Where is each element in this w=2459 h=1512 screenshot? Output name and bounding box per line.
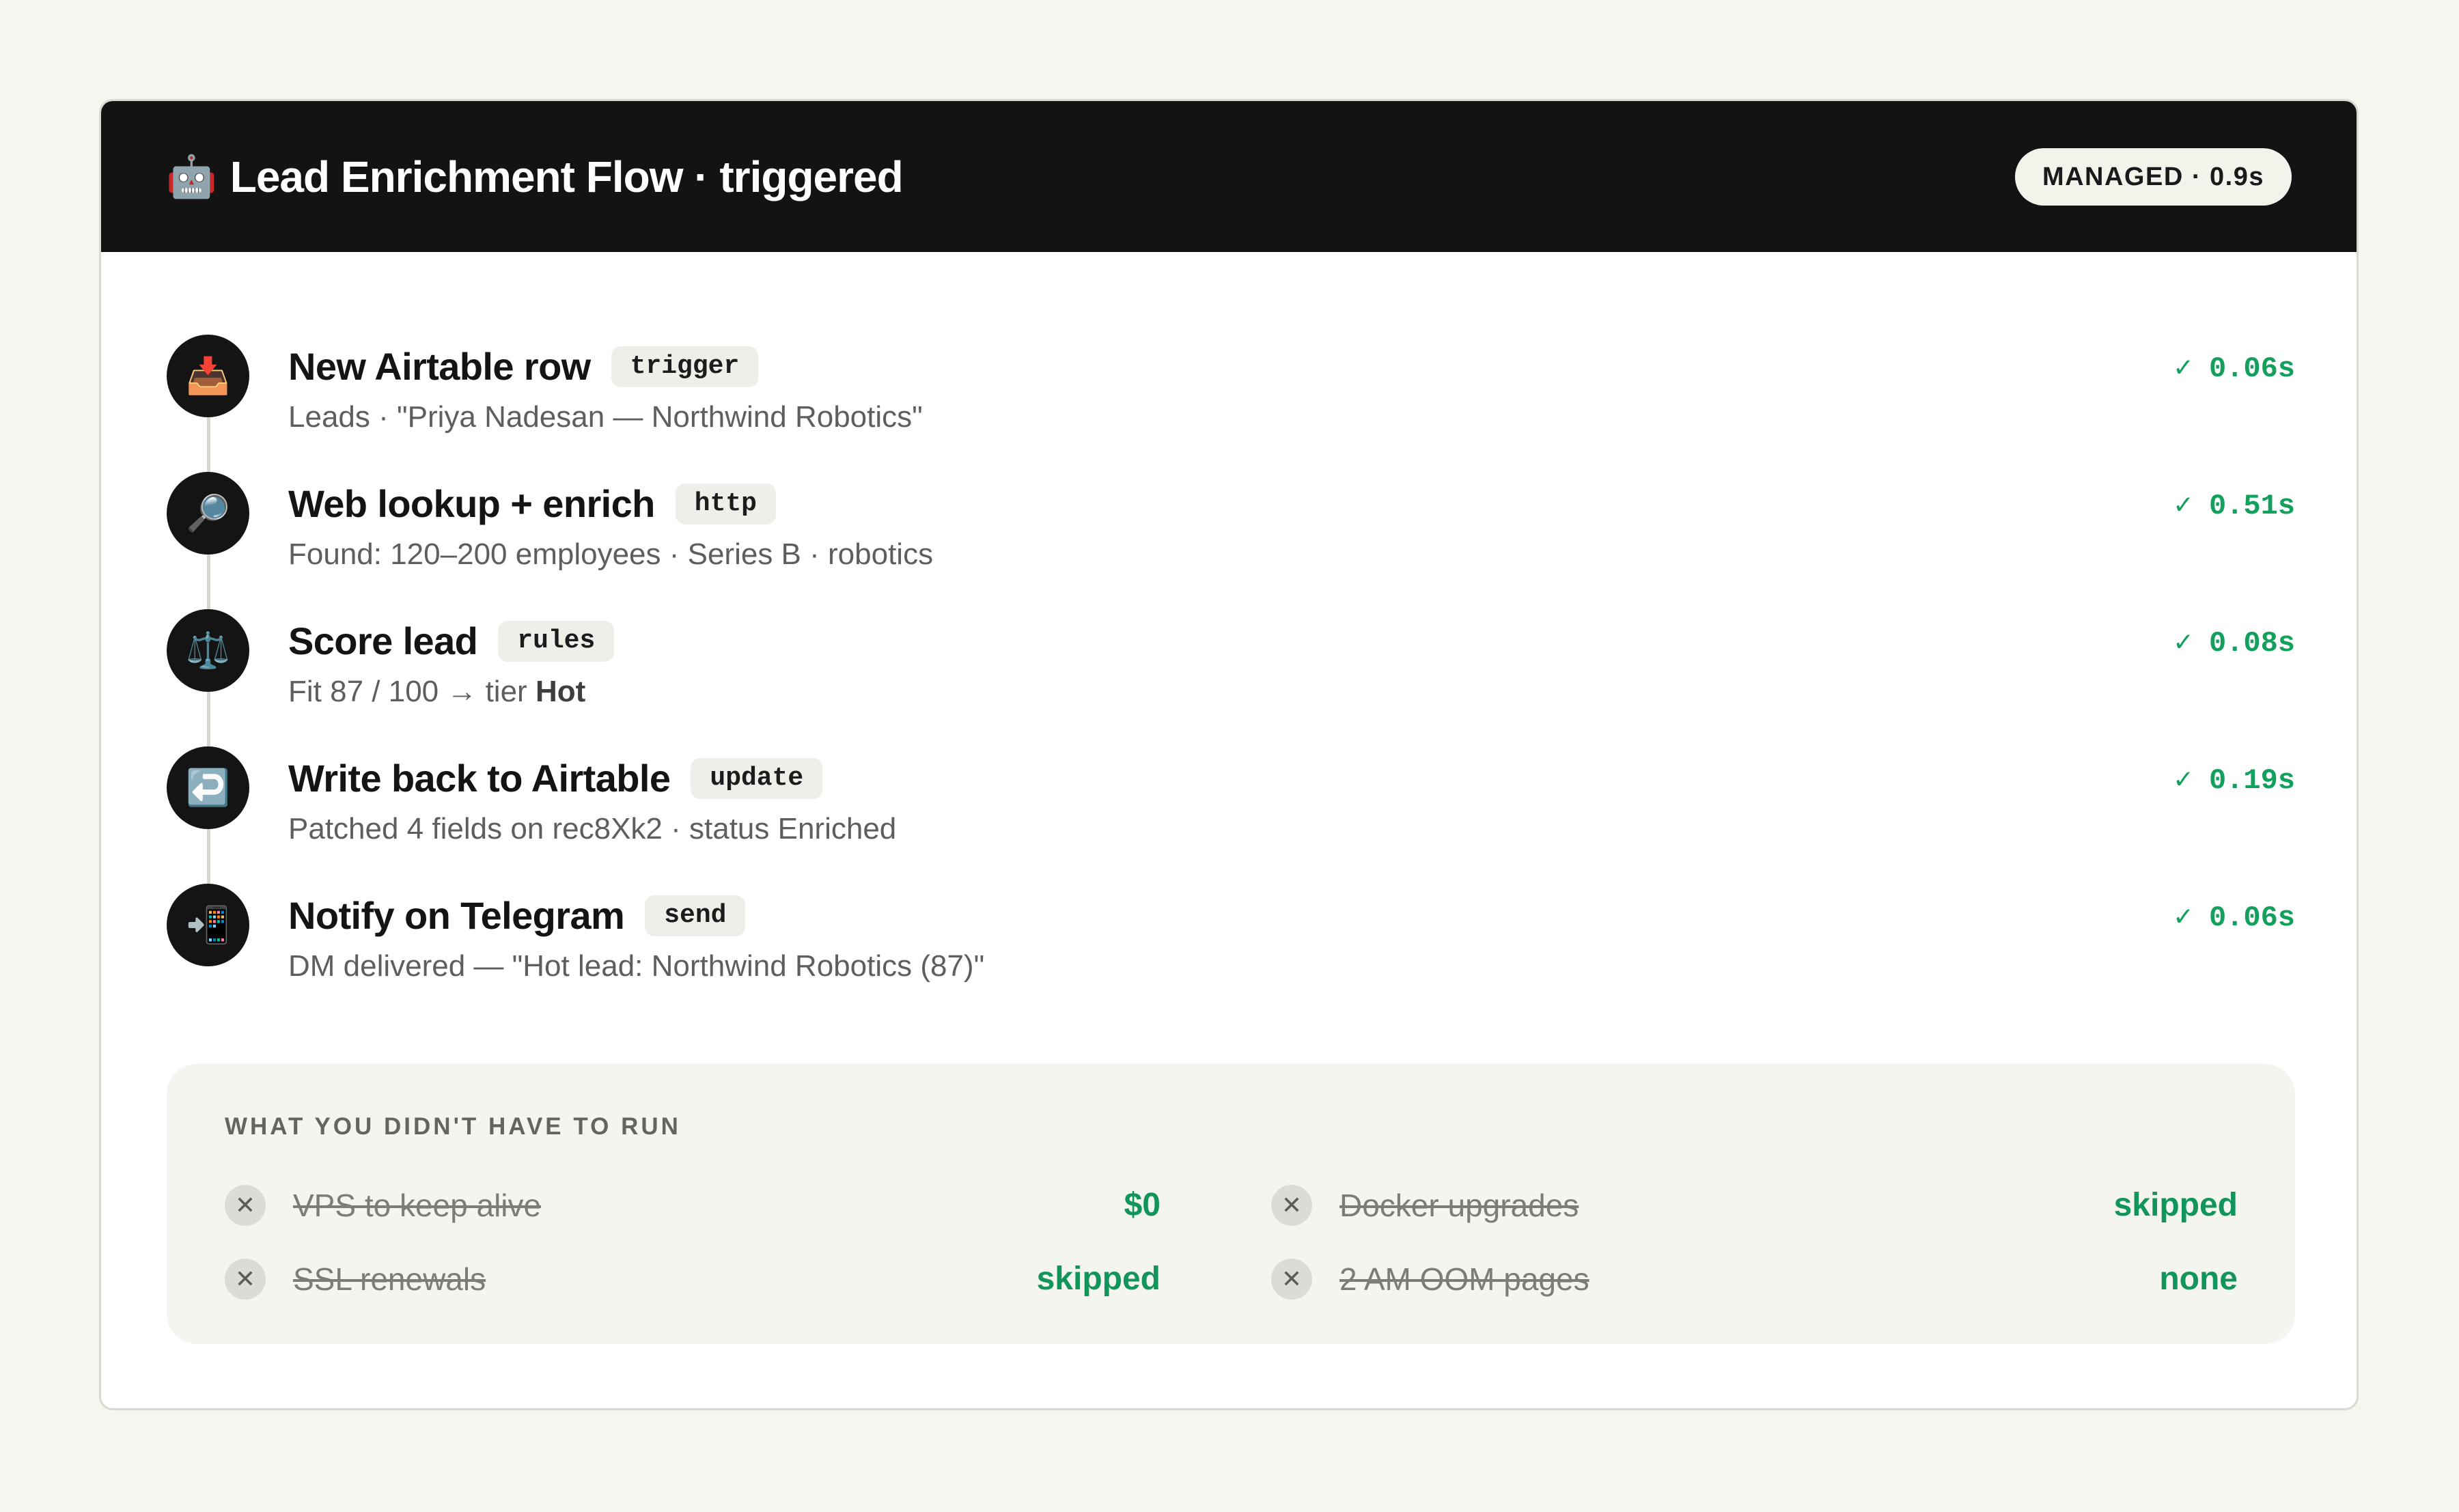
step-duration: ✓ 0.19s [2174, 764, 2295, 797]
step-tag: trigger [611, 346, 759, 387]
skipped-item: ✕ SSL renewals skipped [225, 1259, 1161, 1300]
step-description: DM delivered — "Hot lead: Northwind Robo… [288, 949, 985, 983]
step-duration: ✓ 0.08s [2174, 627, 2295, 660]
skipped-item-value: skipped [1036, 1261, 1161, 1297]
step-tag: rules [498, 620, 615, 662]
skipped-ops-panel: WHAT YOU DIDN'T HAVE TO RUN ✕ VPS to kee… [167, 1064, 2295, 1344]
return-arrow-icon: ↩️ [167, 746, 249, 829]
step-description: Patched 4 fields on rec8Xk2 · status Enr… [288, 812, 897, 845]
step-title: Notify on Telegram [288, 894, 625, 937]
flow-header: 🤖 Lead Enrichment Flow · triggered MANAG… [101, 101, 2357, 252]
flow-title: 🤖 Lead Enrichment Flow · triggered [166, 152, 904, 202]
close-icon: ✕ [225, 1185, 266, 1226]
step-duration: ✓ 0.06s [2174, 901, 2295, 934]
panel-title: WHAT YOU DIDN'T HAVE TO RUN [225, 1113, 681, 1140]
lead-tier: Hot [535, 675, 586, 708]
step-title: Web lookup + enrich [288, 482, 655, 525]
step-tag: send [645, 895, 746, 936]
step-title: New Airtable row [288, 345, 591, 388]
inbox-tray-icon: 📥 [167, 335, 249, 417]
step-duration: ✓ 0.51s [2174, 490, 2295, 522]
step-description: Leads · "Priya Nadesan — Northwind Robot… [288, 400, 923, 434]
skipped-item: ✕ 2 AM OOM pages none [1271, 1259, 2238, 1300]
step-description: Found: 120–200 employees · Series B · ro… [288, 537, 934, 571]
step-web-lookup[interactable]: 🔎 Web lookup + enrich http Found: 120–20… [167, 472, 2295, 609]
skipped-item-label: 2 AM OOM pages [1339, 1261, 1589, 1297]
step-score-lead[interactable]: ⚖️ Score lead rules Fit 87 / 100 → tier … [167, 609, 2295, 746]
skipped-item: ✕ VPS to keep alive $0 [225, 1185, 1161, 1226]
skipped-item-value: none [2159, 1261, 2238, 1297]
step-description: Fit 87 / 100 → tier Hot [288, 675, 585, 709]
close-icon: ✕ [1271, 1259, 1312, 1300]
close-icon: ✕ [1271, 1185, 1312, 1226]
skipped-item: ✕ Docker upgrades skipped [1271, 1185, 2238, 1226]
mobile-phone-arrow-icon: 📲 [167, 884, 249, 966]
flow-card: 🤖 Lead Enrichment Flow · triggered MANAG… [99, 99, 2359, 1410]
magnifying-glass-icon: 🔎 [167, 472, 249, 555]
skipped-item-value: skipped [2113, 1187, 2238, 1223]
skipped-item-label: VPS to keep alive [293, 1188, 542, 1223]
step-title: Write back to Airtable [288, 757, 671, 800]
balance-scale-icon: ⚖️ [167, 609, 249, 692]
step-description-prefix: Fit 87 / 100 → tier [288, 675, 536, 708]
flow-title-text: Lead Enrichment Flow · triggered [230, 152, 904, 201]
step-write-back[interactable]: ↩️ Write back to Airtable update Patched… [167, 746, 2295, 884]
step-new-airtable-row[interactable]: 📥 New Airtable row trigger Leads · "Priy… [167, 335, 2295, 472]
managed-badge: MANAGED · 0.9s [2014, 148, 2292, 206]
step-duration: ✓ 0.06s [2174, 352, 2295, 385]
robot-icon: 🤖 [166, 153, 217, 201]
step-tag: http [675, 483, 776, 524]
step-notify-telegram[interactable]: 📲 Notify on Telegram send DM delivered —… [167, 884, 2295, 1021]
skipped-item-label: Docker upgrades [1339, 1188, 1579, 1223]
close-icon: ✕ [225, 1259, 266, 1300]
skipped-item-value: $0 [1124, 1187, 1161, 1223]
step-title: Score lead [288, 619, 478, 662]
skipped-item-label: SSL renewals [293, 1261, 486, 1297]
step-tag: update [691, 757, 823, 799]
